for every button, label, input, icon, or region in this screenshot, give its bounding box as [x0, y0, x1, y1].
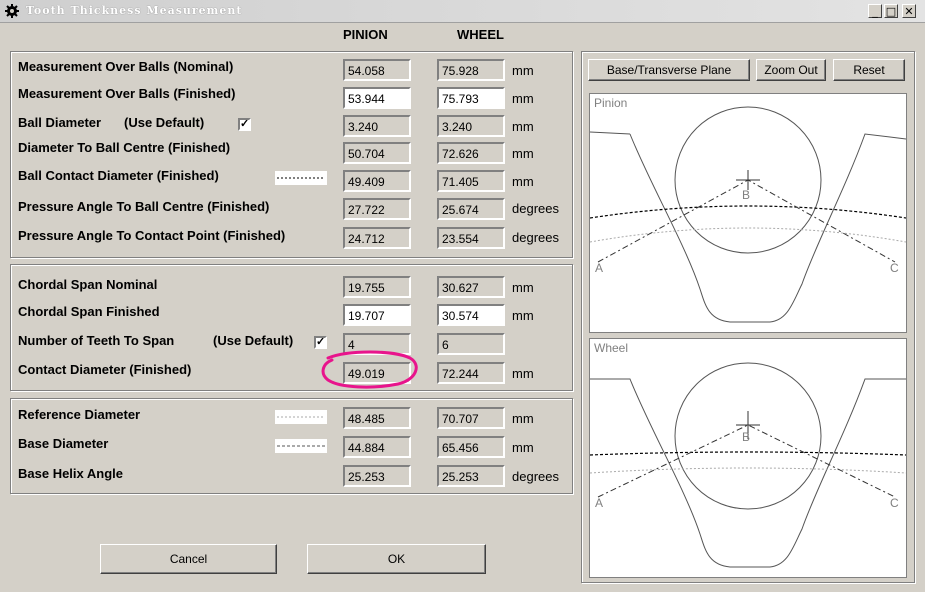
wheel-contact-diameter-value: 72.244 [437, 362, 505, 384]
wheel-view[interactable]: Wheel A B C [589, 338, 907, 578]
minimize-button[interactable]: _ [868, 4, 882, 18]
wheel-base-diameter-value: 65.456 [437, 436, 505, 458]
wheel-mob-finished-input[interactable]: 75.793 [437, 87, 505, 109]
zoom-out-button[interactable]: Zoom Out [756, 59, 826, 81]
unit-pressure-angle-contact-point: degrees [512, 230, 559, 245]
unit-pressure-angle-ball-centre: degrees [512, 201, 559, 216]
pinion-view[interactable]: Pinion A B C [589, 93, 907, 333]
pinion-base-diameter-value: 44.884 [343, 436, 411, 458]
pinion-point-b-label: B [742, 188, 751, 202]
pinion-chordal-span-finished-input[interactable]: 19.707 [343, 304, 411, 326]
pinion-reference-diameter-value: 48.485 [343, 407, 411, 429]
ball-diameter-default-checkbox[interactable]: ✓ [238, 118, 251, 131]
wheel-ball-diameter-value: 3.240 [437, 115, 505, 137]
wheel-column-header: WHEEL [457, 27, 504, 42]
pinion-pressure-angle-contact-point-value: 24.712 [343, 227, 411, 249]
unit-mob-nominal: mm [512, 63, 534, 78]
wheel-pressure-angle-contact-point-value: 23.554 [437, 227, 505, 249]
pinion-column-header: PINION [343, 27, 388, 42]
pinion-diameter-to-ball-centre-value: 50.704 [343, 142, 411, 164]
unit-reference-diameter: mm [512, 411, 534, 426]
ok-button[interactable]: OK [307, 544, 486, 574]
pinion-mob-finished-input[interactable]: 53.944 [343, 87, 411, 109]
pinion-point-c-label: C [890, 261, 899, 275]
reference-line-style-sample [275, 410, 327, 424]
wheel-chordal-span-finished-input[interactable]: 30.574 [437, 304, 505, 326]
unit-base-diameter: mm [512, 440, 534, 455]
reset-button[interactable]: Reset [833, 59, 905, 81]
unit-base-helix-angle: degrees [512, 469, 559, 484]
wheel-point-b-label: B [742, 430, 751, 444]
label-mob-nominal: Measurement Over Balls (Nominal) [18, 59, 234, 74]
unit-mob-finished: mm [512, 91, 534, 106]
wheel-base-helix-angle-value: 25.253 [437, 465, 505, 487]
label-ball-diameter: Ball Diameter [18, 115, 102, 130]
wheel-chordal-span-nominal-value: 30.627 [437, 276, 505, 298]
ball-contact-line-style-sample [275, 171, 327, 185]
wheel-point-a-label: A [595, 496, 604, 510]
unit-ball-contact-diameter: mm [512, 174, 534, 189]
label-ball-contact-diameter: Ball Contact Diameter (Finished) [18, 168, 219, 183]
wheel-point-c-label: C [890, 496, 899, 510]
base-line-style-sample [275, 439, 327, 453]
close-button[interactable]: ✕ [902, 4, 916, 18]
base-transverse-plane-button[interactable]: Base/Transverse Plane [588, 59, 750, 81]
label-base-helix-angle: Base Helix Angle [18, 466, 124, 481]
wheel-pressure-angle-ball-centre-value: 25.674 [437, 198, 505, 220]
unit-ball-diameter: mm [512, 119, 534, 134]
wheel-view-label: Wheel [594, 341, 629, 355]
unit-contact-diameter: mm [512, 366, 534, 381]
highlight-ellipse-annotation [321, 350, 418, 389]
label-chordal-span-finished: Chordal Span Finished [18, 304, 160, 319]
maximize-button[interactable]: □ [884, 4, 898, 18]
pinion-view-label: Pinion [594, 96, 628, 110]
label-diameter-to-ball-centre: Diameter To Ball Centre (Finished) [18, 140, 231, 155]
label-mob-finished: Measurement Over Balls (Finished) [18, 86, 236, 101]
label-pressure-angle-ball-centre: Pressure Angle To Ball Centre (Finished) [18, 199, 270, 214]
pinion-pressure-angle-ball-centre-value: 27.722 [343, 198, 411, 220]
wheel-mob-nominal-value: 75.928 [437, 59, 505, 81]
app-gear-icon [5, 4, 19, 18]
pinion-mob-nominal-value: 54.058 [343, 59, 411, 81]
wheel-teeth-to-span-value: 6 [437, 333, 505, 355]
label-pressure-angle-contact-point: Pressure Angle To Contact Point (Finishe… [18, 228, 286, 243]
cancel-button[interactable]: Cancel [100, 544, 277, 574]
wheel-ball-contact-diameter-value: 71.405 [437, 170, 505, 192]
pinion-base-helix-angle-value: 25.253 [343, 465, 411, 487]
unit-chordal-span-finished: mm [512, 308, 534, 323]
label-teeth-to-span: Number of Teeth To Span [18, 333, 175, 348]
teeth-to-span-default-label: (Use Default) [213, 333, 294, 348]
pinion-chordal-span-nominal-value: 19.755 [343, 276, 411, 298]
ball-diameter-default-label: (Use Default) [124, 115, 205, 130]
label-base-diameter: Base Diameter [18, 436, 109, 451]
wheel-reference-diameter-value: 70.707 [437, 407, 505, 429]
window-title: Tooth Thickness Measurement [26, 4, 243, 17]
wheel-diameter-to-ball-centre-value: 72.626 [437, 142, 505, 164]
unit-chordal-span-nominal: mm [512, 280, 534, 295]
pinion-ball-diameter-value: 3.240 [343, 115, 411, 137]
label-chordal-span-nominal: Chordal Span Nominal [18, 277, 158, 292]
label-contact-diameter: Contact Diameter (Finished) [18, 362, 192, 377]
pinion-ball-contact-diameter-value: 49.409 [343, 170, 411, 192]
label-reference-diameter: Reference Diameter [18, 407, 141, 422]
pinion-point-a-label: A [595, 261, 604, 275]
unit-diameter-to-ball-centre: mm [512, 146, 534, 161]
